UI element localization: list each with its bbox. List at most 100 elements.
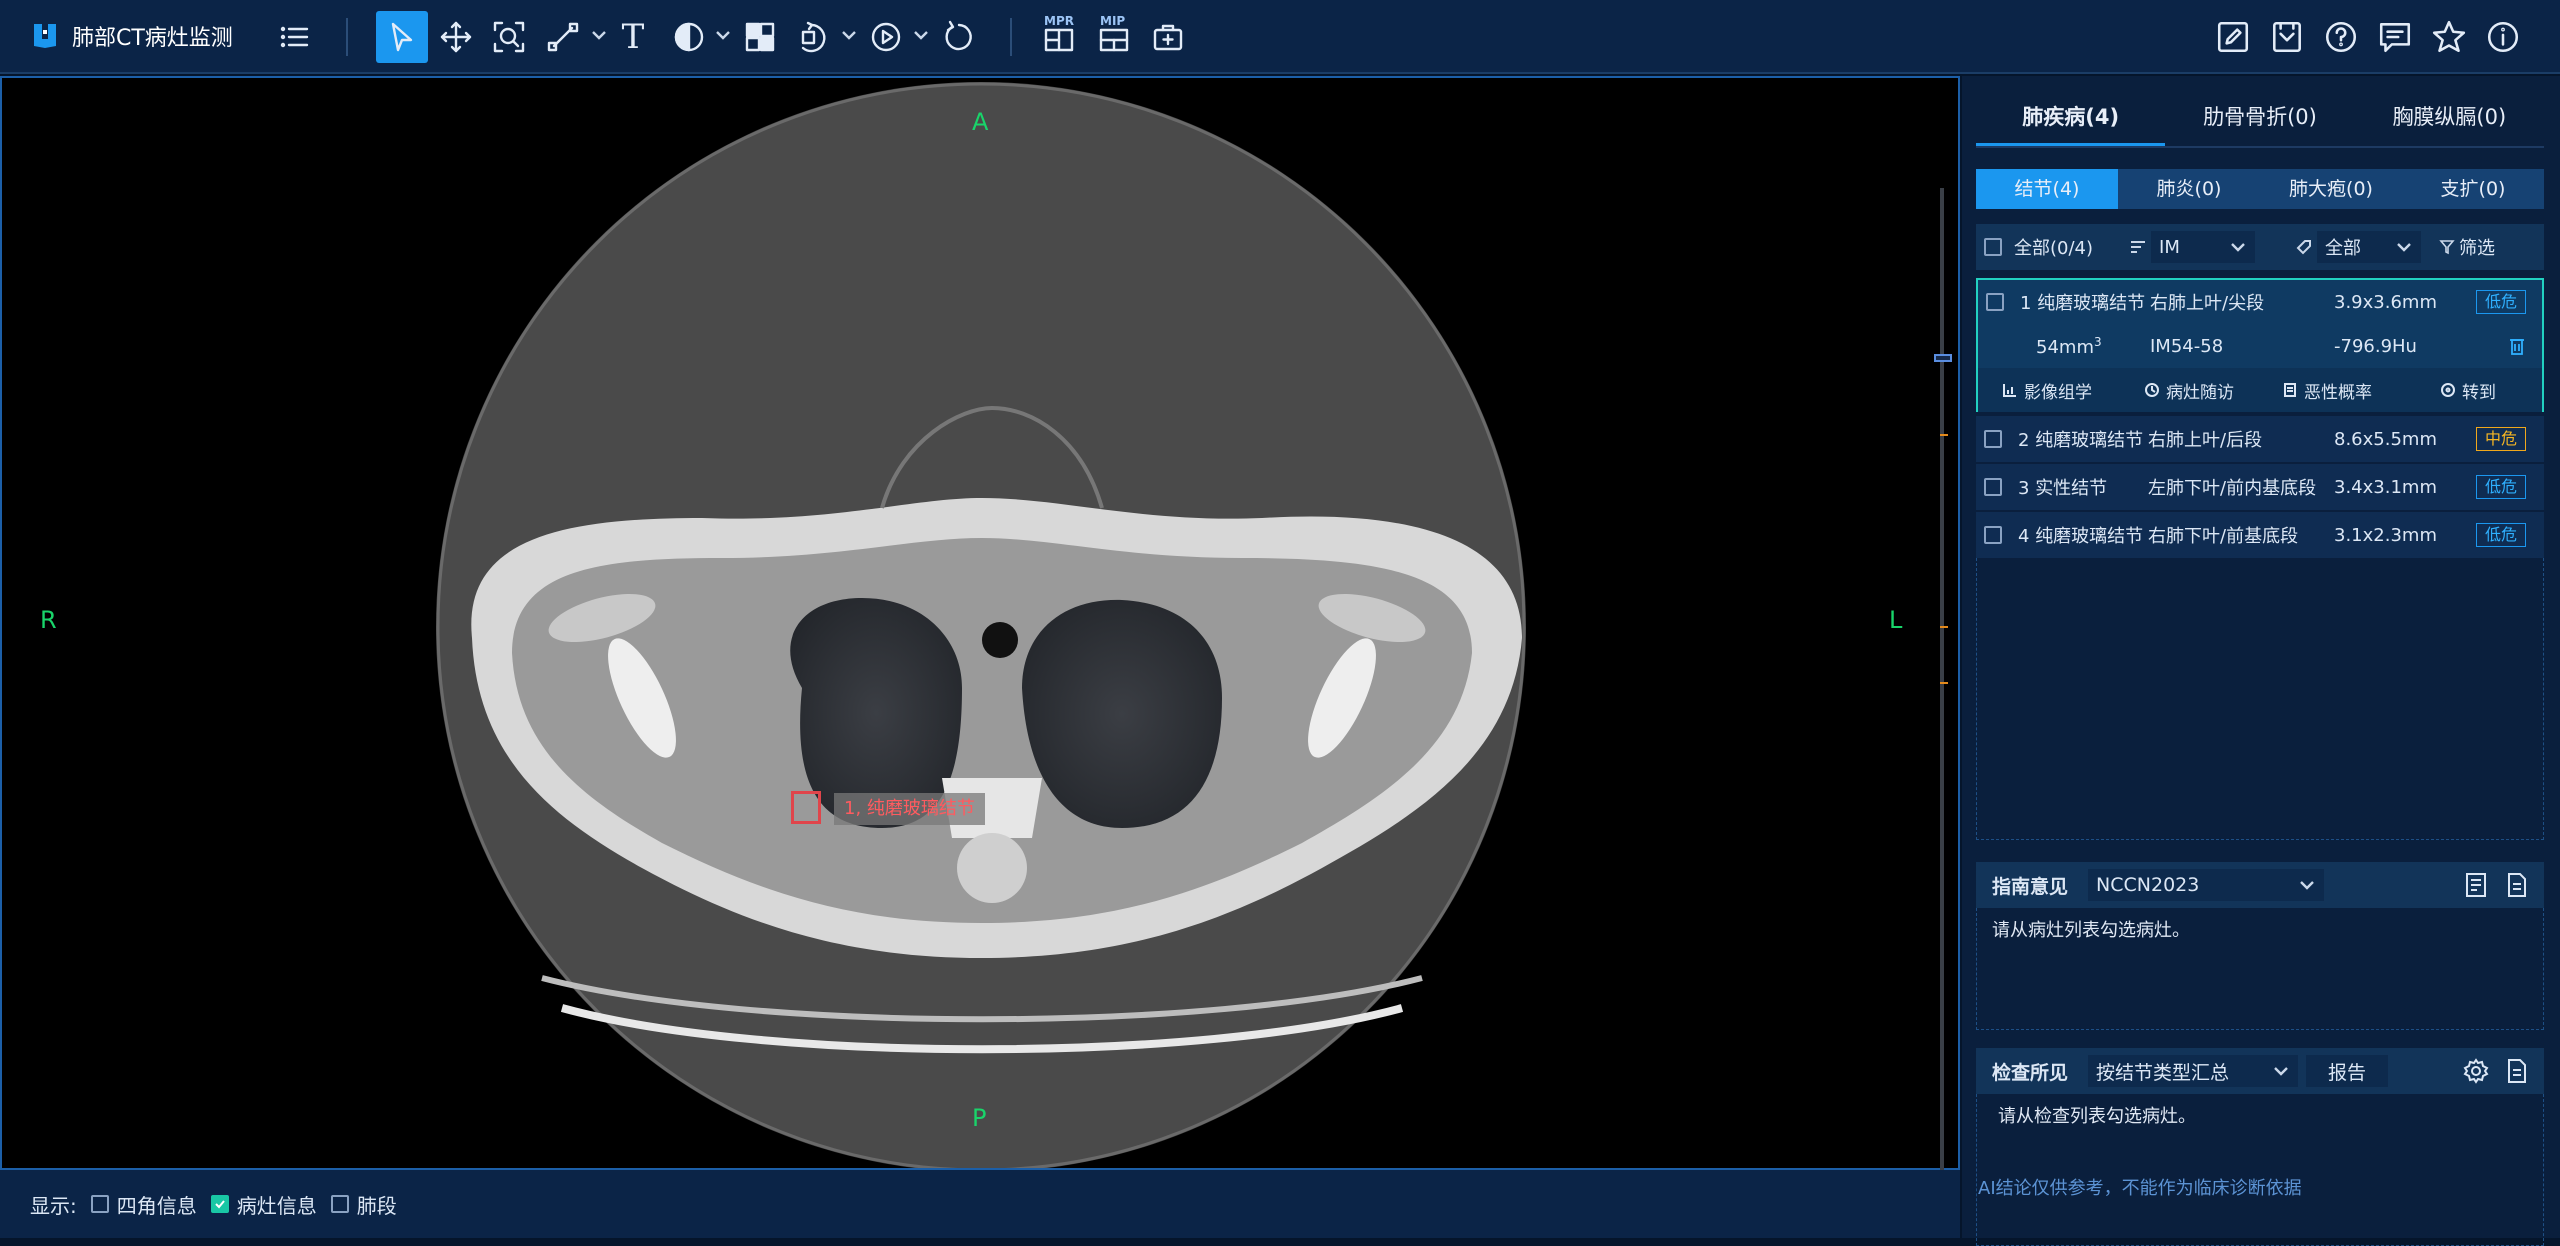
nodule-type: 纯磨玻璃结节: [2037, 293, 2146, 314]
type-select[interactable]: 全部: [2317, 231, 2422, 263]
findings-select[interactable]: 按结节类型汇总: [2088, 1055, 2299, 1087]
filter-bar: 全部(0/4) IM 全部 筛选: [1976, 224, 2544, 270]
malignancy-action[interactable]: 恶性概率: [2282, 378, 2372, 403]
option-lung-segment[interactable]: 肺段: [330, 1190, 397, 1219]
copy-icon[interactable]: [2502, 1057, 2530, 1090]
ai-disclaimer: AI结论仅供参考，不能作为临床诊断依据: [1978, 1178, 2302, 1199]
feedback-icon[interactable]: [2372, 14, 2418, 60]
menu-icon[interactable]: [272, 14, 318, 60]
radiomics-action[interactable]: 影像组学: [2002, 378, 2092, 403]
nodule-size: 3.9x3.6mm: [2334, 291, 2437, 313]
info-icon[interactable]: [2480, 14, 2526, 60]
tab-rib-fracture[interactable]: 肋骨骨折(0): [2165, 96, 2354, 146]
invert-icon[interactable]: [737, 14, 783, 60]
slice-scroll-thumb[interactable]: [1934, 354, 1952, 362]
guideline-title: 指南意见: [1992, 875, 2069, 898]
rotate-icon[interactable]: [791, 14, 837, 60]
window-level-icon[interactable]: [666, 14, 712, 60]
nodule-row[interactable]: 2 纯磨玻璃结节 右肺上叶/后段 8.6x5.5mm 中危: [1976, 416, 2544, 462]
funnel-icon: [2439, 240, 2455, 255]
checkbox-checked[interactable]: [210, 1195, 229, 1213]
measure-dropdown-chevron-icon[interactable]: [590, 26, 608, 44]
mip-label: MIP: [1100, 14, 1126, 28]
nodule-checkbox[interactable]: [1984, 478, 2002, 496]
nodule-row[interactable]: 3 实性结节 左肺下叶/前内基底段 3.4x3.1mm 低危: [1976, 464, 2544, 510]
nodule-checkbox[interactable]: [1986, 293, 2004, 311]
copy-icon[interactable]: [2502, 871, 2530, 904]
app-brand: 肺部CT病灶监测: [30, 16, 233, 56]
nodule-checkbox[interactable]: [1984, 526, 2002, 544]
nodule-id-type: 2 纯磨玻璃结节: [2018, 430, 2144, 451]
nodule-checkbox[interactable]: [1984, 430, 2002, 448]
rotate-dropdown-chevron-icon[interactable]: [840, 26, 858, 44]
play-icon[interactable]: [863, 14, 909, 60]
sort-select[interactable]: IM: [2151, 231, 2256, 263]
tab-pleura-mediastinum[interactable]: 胸膜纵膈(0): [2355, 96, 2544, 146]
measure-icon[interactable]: [540, 14, 586, 60]
pointer-icon[interactable]: [376, 11, 428, 63]
goto-action[interactable]: 转到: [2440, 378, 2496, 403]
nodule-list-frame: [1976, 558, 2544, 840]
orientation-right: R: [40, 606, 57, 634]
text-icon: T: [621, 17, 645, 57]
nodule-location: 右肺上叶/后段: [2148, 430, 2263, 451]
ct-viewer[interactable]: A P R L 1, 纯磨玻璃结节: [0, 76, 1960, 1218]
text-tool[interactable]: T: [610, 14, 656, 60]
save-icon[interactable]: [2264, 14, 2310, 60]
select-all-checkbox[interactable]: [1984, 238, 2002, 256]
reset-icon[interactable]: [936, 14, 982, 60]
lesion-slice-marker[interactable]: [1940, 682, 1948, 684]
mpr-button[interactable]: MPR: [1036, 14, 1082, 60]
toolbar-divider: [1010, 18, 1012, 56]
lesion-slice-marker[interactable]: [1940, 434, 1948, 436]
case-icon[interactable]: [1145, 14, 1191, 60]
tab-bronchiectasis[interactable]: 支扩(0): [2402, 169, 2544, 209]
play-dropdown-chevron-icon[interactable]: [912, 26, 930, 44]
checkbox[interactable]: [90, 1195, 109, 1213]
checkbox[interactable]: [330, 1195, 349, 1213]
orientation-left: L: [1889, 606, 1903, 634]
filter-button[interactable]: 筛选: [2439, 234, 2495, 260]
tab-nodule[interactable]: 结节(4): [1976, 169, 2118, 209]
nodule-location: 左肺下叶/前内基底段: [2148, 478, 2317, 499]
mip-button[interactable]: MIP: [1091, 14, 1137, 60]
trash-icon[interactable]: [2508, 336, 2526, 356]
chevron-down-icon: [2300, 881, 2314, 890]
tab-pneumonia[interactable]: 肺炎(0): [2118, 169, 2260, 209]
zoom-icon[interactable]: [486, 14, 532, 60]
select-all-label: 全部(0/4): [2014, 238, 2094, 259]
followup-icon: [2145, 383, 2159, 397]
report-button[interactable]: 报告: [2306, 1055, 2389, 1087]
nodule-row[interactable]: 4 纯磨玻璃结节 右肺下叶/前基底段 3.1x2.3mm 低危: [1976, 512, 2544, 558]
lesion-label[interactable]: 1, 纯磨玻璃结节: [834, 793, 985, 825]
nodule-actions: 影像组学 病灶随访 恶性概率 转到: [1978, 368, 2542, 412]
guideline-header: 指南意见 NCCN2023: [1976, 862, 2544, 908]
option-corner-info[interactable]: 四角信息: [90, 1190, 197, 1219]
window-dropdown-chevron-icon[interactable]: [714, 26, 732, 44]
nodule-location: 右肺上叶/尖段: [2150, 293, 2265, 314]
chevron-down-icon: [2397, 243, 2411, 252]
nodule-id-type: 1 纯磨玻璃结节: [2020, 289, 2145, 315]
orientation-anterior: A: [972, 108, 989, 136]
tab-bulla[interactable]: 肺大疱(0): [2260, 169, 2402, 209]
risk-badge: 低危: [2476, 290, 2526, 314]
help-icon[interactable]: [2318, 14, 2364, 60]
nodule-size: 3.1x2.3mm: [2334, 524, 2437, 546]
slice-scrollbar[interactable]: [1940, 188, 1944, 1218]
list-icon[interactable]: [2462, 871, 2490, 904]
nodule-row-selected[interactable]: 1 纯磨玻璃结节 右肺上叶/尖段 3.9x3.6mm 低危 54mm3 IM54…: [1976, 278, 2544, 412]
move-icon[interactable]: [433, 14, 479, 60]
tab-lung-disease[interactable]: 肺疾病(4): [1976, 96, 2166, 146]
settings-icon[interactable]: [2462, 1057, 2490, 1090]
edit-icon[interactable]: [2210, 14, 2256, 60]
lesion-slice-marker[interactable]: [1940, 626, 1948, 628]
star-icon[interactable]: [2426, 14, 2472, 60]
option-lesion-info[interactable]: 病灶信息: [210, 1190, 317, 1219]
followup-action[interactable]: 病灶随访: [2144, 378, 2234, 403]
logo-icon: [34, 24, 56, 48]
mpr-label: MPR: [1044, 14, 1074, 28]
side-panel: 肺疾病(4) 肋骨骨折(0) 胸膜纵膈(0) 结节(4) 肺炎(0) 肺大疱(0…: [1962, 76, 2560, 1246]
nodule-summary: 1 纯磨玻璃结节 右肺上叶/尖段 3.9x3.6mm 低危: [1978, 280, 2542, 324]
guideline-select[interactable]: NCCN2023: [2088, 869, 2325, 901]
lesion-marker[interactable]: [791, 791, 821, 824]
